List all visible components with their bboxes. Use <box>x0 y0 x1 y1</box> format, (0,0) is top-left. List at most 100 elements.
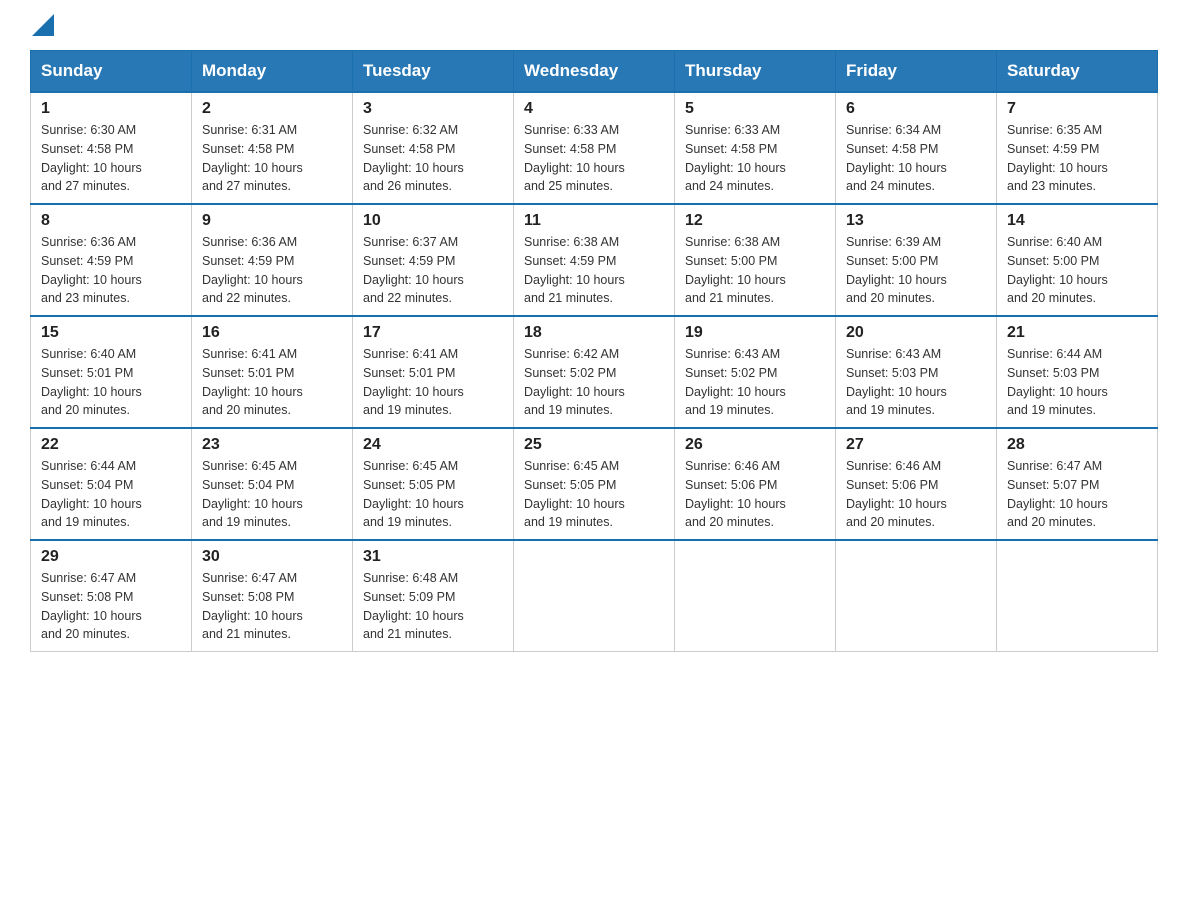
day-number: 21 <box>1007 324 1147 342</box>
day-info: Sunrise: 6:47 AM Sunset: 5:08 PM Dayligh… <box>41 569 181 644</box>
day-info: Sunrise: 6:43 AM Sunset: 5:02 PM Dayligh… <box>685 345 825 420</box>
day-info: Sunrise: 6:41 AM Sunset: 5:01 PM Dayligh… <box>363 345 503 420</box>
day-number: 8 <box>41 212 181 230</box>
day-cell-31: 31 Sunrise: 6:48 AM Sunset: 5:09 PM Dayl… <box>353 540 514 652</box>
day-cell-21: 21 Sunrise: 6:44 AM Sunset: 5:03 PM Dayl… <box>997 316 1158 428</box>
week-row-1: 1 Sunrise: 6:30 AM Sunset: 4:58 PM Dayli… <box>31 92 1158 204</box>
day-info: Sunrise: 6:45 AM Sunset: 5:05 PM Dayligh… <box>363 457 503 532</box>
day-info: Sunrise: 6:40 AM Sunset: 5:00 PM Dayligh… <box>1007 233 1147 308</box>
day-cell-27: 27 Sunrise: 6:46 AM Sunset: 5:06 PM Dayl… <box>836 428 997 540</box>
day-info: Sunrise: 6:41 AM Sunset: 5:01 PM Dayligh… <box>202 345 342 420</box>
day-cell-1: 1 Sunrise: 6:30 AM Sunset: 4:58 PM Dayli… <box>31 92 192 204</box>
day-number: 13 <box>846 212 986 230</box>
day-number: 22 <box>41 436 181 454</box>
day-number: 18 <box>524 324 664 342</box>
day-info: Sunrise: 6:33 AM Sunset: 4:58 PM Dayligh… <box>524 121 664 196</box>
day-cell-15: 15 Sunrise: 6:40 AM Sunset: 5:01 PM Dayl… <box>31 316 192 428</box>
day-cell-14: 14 Sunrise: 6:40 AM Sunset: 5:00 PM Dayl… <box>997 204 1158 316</box>
day-cell-6: 6 Sunrise: 6:34 AM Sunset: 4:58 PM Dayli… <box>836 92 997 204</box>
day-cell-25: 25 Sunrise: 6:45 AM Sunset: 5:05 PM Dayl… <box>514 428 675 540</box>
day-number: 14 <box>1007 212 1147 230</box>
empty-day-cell <box>836 540 997 652</box>
week-row-4: 22 Sunrise: 6:44 AM Sunset: 5:04 PM Dayl… <box>31 428 1158 540</box>
day-info: Sunrise: 6:36 AM Sunset: 4:59 PM Dayligh… <box>41 233 181 308</box>
empty-day-cell <box>997 540 1158 652</box>
day-info: Sunrise: 6:31 AM Sunset: 4:58 PM Dayligh… <box>202 121 342 196</box>
day-info: Sunrise: 6:45 AM Sunset: 5:04 PM Dayligh… <box>202 457 342 532</box>
day-number: 30 <box>202 548 342 566</box>
day-cell-17: 17 Sunrise: 6:41 AM Sunset: 5:01 PM Dayl… <box>353 316 514 428</box>
header-sunday: Sunday <box>31 51 192 93</box>
day-cell-24: 24 Sunrise: 6:45 AM Sunset: 5:05 PM Dayl… <box>353 428 514 540</box>
day-number: 29 <box>41 548 181 566</box>
day-info: Sunrise: 6:32 AM Sunset: 4:58 PM Dayligh… <box>363 121 503 196</box>
day-number: 27 <box>846 436 986 454</box>
day-number: 3 <box>363 100 503 118</box>
day-number: 2 <box>202 100 342 118</box>
day-cell-12: 12 Sunrise: 6:38 AM Sunset: 5:00 PM Dayl… <box>675 204 836 316</box>
day-cell-10: 10 Sunrise: 6:37 AM Sunset: 4:59 PM Dayl… <box>353 204 514 316</box>
header-friday: Friday <box>836 51 997 93</box>
header-thursday: Thursday <box>675 51 836 93</box>
day-cell-18: 18 Sunrise: 6:42 AM Sunset: 5:02 PM Dayl… <box>514 316 675 428</box>
day-number: 5 <box>685 100 825 118</box>
day-info: Sunrise: 6:34 AM Sunset: 4:58 PM Dayligh… <box>846 121 986 196</box>
day-info: Sunrise: 6:43 AM Sunset: 5:03 PM Dayligh… <box>846 345 986 420</box>
day-number: 7 <box>1007 100 1147 118</box>
day-info: Sunrise: 6:38 AM Sunset: 5:00 PM Dayligh… <box>685 233 825 308</box>
day-number: 9 <box>202 212 342 230</box>
day-info: Sunrise: 6:37 AM Sunset: 4:59 PM Dayligh… <box>363 233 503 308</box>
empty-day-cell <box>514 540 675 652</box>
day-cell-29: 29 Sunrise: 6:47 AM Sunset: 5:08 PM Dayl… <box>31 540 192 652</box>
day-cell-19: 19 Sunrise: 6:43 AM Sunset: 5:02 PM Dayl… <box>675 316 836 428</box>
week-row-5: 29 Sunrise: 6:47 AM Sunset: 5:08 PM Dayl… <box>31 540 1158 652</box>
day-number: 28 <box>1007 436 1147 454</box>
day-number: 20 <box>846 324 986 342</box>
day-info: Sunrise: 6:44 AM Sunset: 5:04 PM Dayligh… <box>41 457 181 532</box>
day-cell-9: 9 Sunrise: 6:36 AM Sunset: 4:59 PM Dayli… <box>192 204 353 316</box>
day-cell-2: 2 Sunrise: 6:31 AM Sunset: 4:58 PM Dayli… <box>192 92 353 204</box>
day-info: Sunrise: 6:39 AM Sunset: 5:00 PM Dayligh… <box>846 233 986 308</box>
day-number: 25 <box>524 436 664 454</box>
header-monday: Monday <box>192 51 353 93</box>
week-row-3: 15 Sunrise: 6:40 AM Sunset: 5:01 PM Dayl… <box>31 316 1158 428</box>
day-info: Sunrise: 6:46 AM Sunset: 5:06 PM Dayligh… <box>685 457 825 532</box>
day-number: 23 <box>202 436 342 454</box>
day-cell-5: 5 Sunrise: 6:33 AM Sunset: 4:58 PM Dayli… <box>675 92 836 204</box>
day-info: Sunrise: 6:42 AM Sunset: 5:02 PM Dayligh… <box>524 345 664 420</box>
header-tuesday: Tuesday <box>353 51 514 93</box>
empty-day-cell <box>675 540 836 652</box>
day-info: Sunrise: 6:33 AM Sunset: 4:58 PM Dayligh… <box>685 121 825 196</box>
day-number: 16 <box>202 324 342 342</box>
week-row-2: 8 Sunrise: 6:36 AM Sunset: 4:59 PM Dayli… <box>31 204 1158 316</box>
page-header <box>30 20 1158 30</box>
day-info: Sunrise: 6:47 AM Sunset: 5:07 PM Dayligh… <box>1007 457 1147 532</box>
logo-triangle-icon <box>32 14 54 36</box>
day-info: Sunrise: 6:40 AM Sunset: 5:01 PM Dayligh… <box>41 345 181 420</box>
day-number: 15 <box>41 324 181 342</box>
day-info: Sunrise: 6:38 AM Sunset: 4:59 PM Dayligh… <box>524 233 664 308</box>
day-info: Sunrise: 6:35 AM Sunset: 4:59 PM Dayligh… <box>1007 121 1147 196</box>
day-cell-26: 26 Sunrise: 6:46 AM Sunset: 5:06 PM Dayl… <box>675 428 836 540</box>
day-number: 26 <box>685 436 825 454</box>
day-cell-28: 28 Sunrise: 6:47 AM Sunset: 5:07 PM Dayl… <box>997 428 1158 540</box>
day-cell-3: 3 Sunrise: 6:32 AM Sunset: 4:58 PM Dayli… <box>353 92 514 204</box>
logo <box>30 20 54 30</box>
day-cell-23: 23 Sunrise: 6:45 AM Sunset: 5:04 PM Dayl… <box>192 428 353 540</box>
calendar-table: SundayMondayTuesdayWednesdayThursdayFrid… <box>30 50 1158 652</box>
day-number: 1 <box>41 100 181 118</box>
day-info: Sunrise: 6:48 AM Sunset: 5:09 PM Dayligh… <box>363 569 503 644</box>
day-number: 6 <box>846 100 986 118</box>
day-cell-8: 8 Sunrise: 6:36 AM Sunset: 4:59 PM Dayli… <box>31 204 192 316</box>
day-cell-4: 4 Sunrise: 6:33 AM Sunset: 4:58 PM Dayli… <box>514 92 675 204</box>
day-cell-13: 13 Sunrise: 6:39 AM Sunset: 5:00 PM Dayl… <box>836 204 997 316</box>
day-info: Sunrise: 6:44 AM Sunset: 5:03 PM Dayligh… <box>1007 345 1147 420</box>
weekday-header-row: SundayMondayTuesdayWednesdayThursdayFrid… <box>31 51 1158 93</box>
header-saturday: Saturday <box>997 51 1158 93</box>
day-number: 12 <box>685 212 825 230</box>
day-number: 24 <box>363 436 503 454</box>
day-cell-11: 11 Sunrise: 6:38 AM Sunset: 4:59 PM Dayl… <box>514 204 675 316</box>
day-number: 31 <box>363 548 503 566</box>
header-wednesday: Wednesday <box>514 51 675 93</box>
day-info: Sunrise: 6:45 AM Sunset: 5:05 PM Dayligh… <box>524 457 664 532</box>
